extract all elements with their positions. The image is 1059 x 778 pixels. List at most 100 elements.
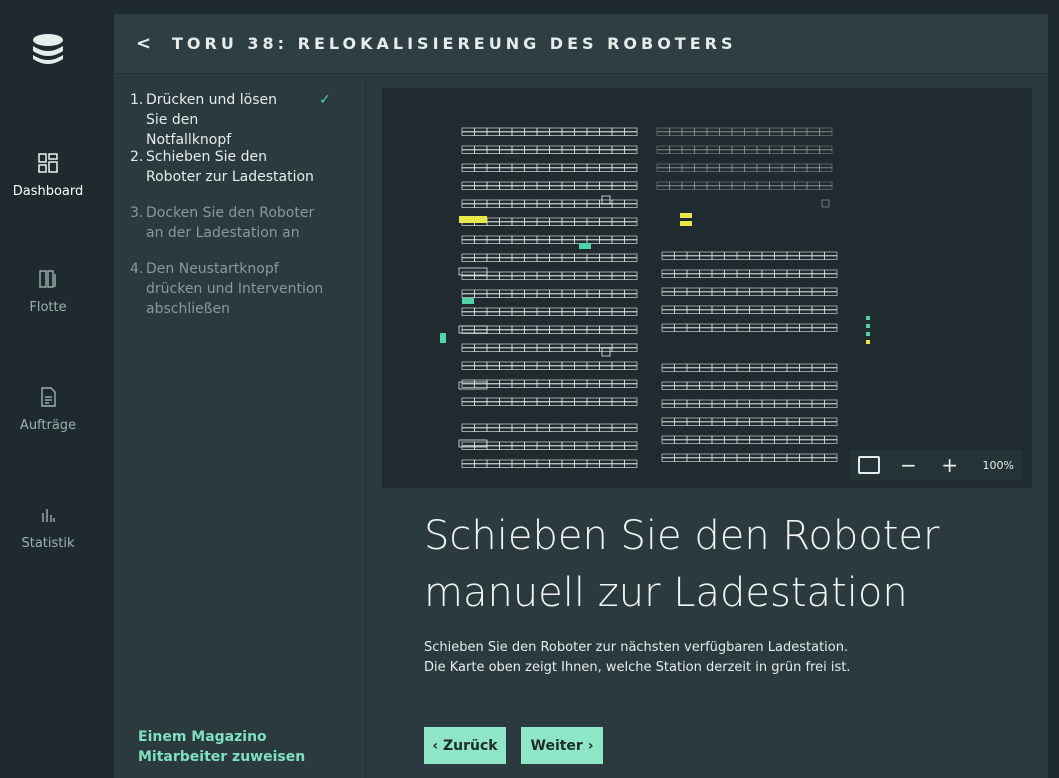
shelf-cell <box>656 167 670 172</box>
shelf-cell <box>736 421 750 426</box>
chevron-left-icon[interactable]: < <box>136 33 151 55</box>
shelf-cell <box>611 311 625 316</box>
shelf-cell <box>674 251 688 256</box>
shelf-cell <box>786 363 800 368</box>
shelf-cell <box>524 459 538 464</box>
shelf-cell <box>794 127 808 132</box>
shelf-cell <box>811 305 825 310</box>
fit-view-icon[interactable] <box>858 456 880 474</box>
nav-item-fleet[interactable]: Flotte <box>0 268 96 315</box>
shelf-cell <box>824 327 838 332</box>
shelf-cell <box>524 289 538 294</box>
shelf-cell <box>561 149 575 154</box>
nav-item-orders[interactable]: Aufträge <box>0 386 96 433</box>
shelf-cell <box>674 453 688 458</box>
robot-marker-busy <box>459 216 487 223</box>
shelf-cell <box>624 423 638 428</box>
shelf-cell <box>549 361 563 366</box>
shelf-cell <box>774 421 788 426</box>
shelf-cell <box>611 131 625 136</box>
shelf-cell <box>524 167 538 172</box>
shelf-cell <box>799 385 813 390</box>
shelf-cell <box>536 257 550 262</box>
shelf-cell <box>536 361 550 366</box>
shelf-cell <box>731 185 745 190</box>
shelf-cell <box>599 383 613 388</box>
shelf-cell <box>749 435 763 440</box>
nav-item-statistics[interactable]: Statistik <box>0 504 96 551</box>
shelf-cell <box>511 401 525 406</box>
check-icon: ✓ <box>319 92 331 108</box>
shelf-cell <box>549 163 563 168</box>
shelf-cell <box>549 383 563 388</box>
shelf-cell <box>511 463 525 468</box>
shelf-cell <box>461 167 475 172</box>
shelf-cell <box>686 287 700 292</box>
shelf-cell <box>799 417 813 422</box>
step-3[interactable]: 3. Docken Sie den Roboter an der Ladesta… <box>130 203 330 247</box>
shelf-cell <box>599 311 613 316</box>
shelf-cell <box>574 463 588 468</box>
shelf-cell <box>786 309 800 314</box>
step-1[interactable]: 1. Drücken und lösen Sie den Notfallknop… <box>130 90 331 148</box>
assign-employee-link[interactable]: Einem Magazino Mitarbeiter zuweisen <box>138 727 358 767</box>
next-button[interactable]: Weiter › <box>521 727 603 764</box>
warehouse-map-canvas[interactable] <box>382 88 1032 488</box>
shelf-cell <box>486 361 500 366</box>
shelf-cell <box>524 235 538 240</box>
shelf-cell <box>611 329 625 334</box>
shelf-cell <box>524 217 538 222</box>
shelf-cell <box>624 203 638 208</box>
shelf-cell <box>561 293 575 298</box>
shelf-cell <box>674 381 688 386</box>
shelf-cell <box>474 365 488 370</box>
shelf-cell <box>736 255 750 260</box>
shelf-cell <box>574 423 588 428</box>
warehouse-map[interactable]: − + 100% <box>382 88 1032 488</box>
zoom-out-button[interactable]: − <box>895 454 921 476</box>
shelf-cell <box>586 401 600 406</box>
shelf-cell <box>599 365 613 370</box>
shelf-cell <box>461 149 475 154</box>
shelf-cell <box>474 235 488 240</box>
shelf-cell <box>474 185 488 190</box>
shelf-cell <box>661 255 675 260</box>
shelf-cell <box>699 255 713 260</box>
shelf-cell <box>799 287 813 292</box>
shelf-cell <box>561 361 575 366</box>
shelf-cell <box>461 365 475 370</box>
step-text: Den Neustartknopf drücken und Interventi… <box>146 261 324 317</box>
shelf-cell <box>699 453 713 458</box>
zoom-in-button[interactable]: + <box>937 454 963 476</box>
step-4[interactable]: 4. Den Neustartknopf drücken und Interve… <box>130 259 330 323</box>
shelf-cell <box>774 439 788 444</box>
shelf-cell <box>574 167 588 172</box>
shelf-cell <box>561 185 575 190</box>
nav-item-dashboard[interactable]: Dashboard <box>0 152 96 199</box>
shelf-cell <box>711 269 725 274</box>
shelf-cell <box>736 323 750 328</box>
step-2[interactable]: 2. Schieben Sie den Roboter zur Ladestat… <box>130 147 330 191</box>
shelf-cell <box>474 445 488 450</box>
shelf-cell <box>599 397 613 402</box>
shelf-cell <box>686 327 700 332</box>
back-button[interactable]: ‹ Zurück <box>424 727 506 764</box>
shelf-cell <box>624 329 638 334</box>
shelf-cell <box>574 271 588 276</box>
shelf-cell <box>661 417 675 422</box>
shelf-cell <box>536 343 550 348</box>
shelf-cell <box>624 459 638 464</box>
shelf-cell <box>781 163 795 168</box>
nav-label: Dashboard <box>12 184 84 199</box>
shelf-cell <box>724 439 738 444</box>
shelf-cell <box>736 287 750 292</box>
shelf-cell <box>669 127 683 132</box>
shelf-cell <box>736 457 750 462</box>
shelf-cell <box>761 269 775 274</box>
shelf-cell <box>731 167 745 172</box>
robot-marker <box>458 381 488 390</box>
shelf-cell <box>549 235 563 240</box>
shelf-cell <box>656 149 670 154</box>
shelf-cell <box>786 323 800 328</box>
shelf-cell <box>524 163 538 168</box>
